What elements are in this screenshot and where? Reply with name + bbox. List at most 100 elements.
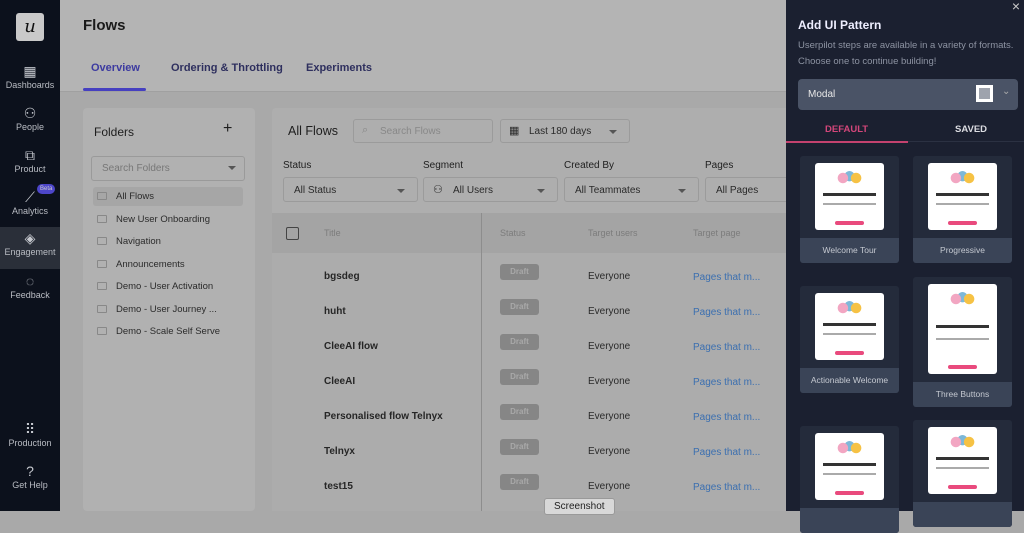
status-badge: Draft [500, 404, 539, 420]
sidebar-item-label: Dashboards [6, 80, 55, 90]
template-card-three-buttons[interactable]: Three Buttons [913, 277, 1012, 407]
filter-created-by-select[interactable]: All Teammates [564, 177, 699, 202]
sidebar-item-feedback[interactable]: ◌Feedback [0, 270, 60, 312]
close-icon[interactable]: × [1012, 0, 1020, 14]
folder-icon [97, 215, 107, 223]
template-card-progressive[interactable]: Progressive [913, 156, 1012, 263]
caret-down-icon [537, 189, 545, 193]
column-target-users[interactable]: Target users [588, 228, 638, 238]
pattern-type-select[interactable]: Modal ⌄ [798, 79, 1018, 110]
sidebar-item-people[interactable]: ⚇People [0, 102, 60, 144]
flow-title[interactable]: test15 [324, 481, 353, 492]
filter-label-segment: Segment [423, 160, 463, 171]
table-row[interactable]: CleeAIDraftEveryonePages that m... [272, 365, 786, 400]
sidebar-item-label: Production [8, 438, 51, 448]
target-page-link[interactable]: Pages that m... [693, 377, 760, 388]
template-label [913, 502, 1012, 527]
table-row[interactable]: bgsdegDraftEveryonePages that m... [272, 260, 786, 295]
target-page-link[interactable]: Pages that m... [693, 342, 760, 353]
folder-item[interactable]: Demo - Scale Self Serve [93, 322, 243, 341]
table-row[interactable]: CleeAI flowDraftEveryonePages that m... [272, 330, 786, 365]
template-card-more[interactable] [800, 426, 899, 533]
template-label: Three Buttons [913, 382, 1012, 407]
column-title[interactable]: Title [324, 228, 341, 238]
target-page-link[interactable]: Pages that m... [693, 272, 760, 283]
sidebar-item-analytics[interactable]: ⟋AnalyticsBeta [0, 186, 60, 228]
flow-title[interactable]: Telnyx [324, 446, 355, 457]
target-page-link[interactable]: Pages that m... [693, 307, 760, 318]
caret-down-icon [228, 166, 236, 170]
search-flows-placeholder: Search Flows [380, 126, 441, 137]
search-folders-input[interactable]: Search Folders [91, 156, 245, 181]
sidebar-item-dashboards[interactable]: ▦Dashboards [0, 60, 60, 102]
flow-title[interactable]: CleeAI flow [324, 341, 378, 352]
status-badge: Draft [500, 474, 539, 490]
sidebar-item-label: Product [14, 164, 45, 174]
target-users: Everyone [588, 481, 630, 492]
folder-label: Demo - Scale Self Serve [116, 326, 220, 337]
beta-badge: Beta [37, 184, 55, 194]
folder-label: All Flows [116, 191, 154, 202]
table-row[interactable]: huhtDraftEveryonePages that m... [272, 295, 786, 330]
folder-icon [97, 192, 107, 200]
select-all-checkbox[interactable] [286, 227, 299, 240]
sidebar-item-label: People [16, 122, 44, 132]
folder-label: Demo - User Activation [116, 281, 213, 292]
search-flows-input[interactable]: ⌕ Search Flows [353, 119, 493, 143]
template-card-actionable-welcome[interactable]: Actionable Welcome [800, 286, 899, 393]
sidebar-item-get-help[interactable]: ?Get Help [0, 460, 60, 502]
add-ui-pattern-panel: Add UI Pattern × Userpilot steps are ava… [786, 0, 1024, 511]
table-row[interactable]: Personalised flow TelnyxDraftEveryonePag… [272, 400, 786, 435]
tab-default[interactable]: DEFAULT [825, 124, 868, 135]
folder-item[interactable]: New User Onboarding [93, 210, 243, 229]
tab-overview[interactable]: Overview [91, 62, 140, 74]
flow-title[interactable]: bgsdeg [324, 271, 360, 282]
column-status[interactable]: Status [500, 228, 526, 238]
sidebar-item-label: Analytics [12, 206, 48, 216]
template-label: Welcome Tour [800, 238, 899, 263]
folder-item[interactable]: Demo - User Activation [93, 277, 243, 296]
folder-item[interactable]: Announcements [93, 255, 243, 274]
production-icon: ⠿ [0, 420, 60, 438]
filter-value: All Teammates [575, 185, 640, 196]
target-page-link[interactable]: Pages that m... [693, 482, 760, 493]
tab-ordering-throttling[interactable]: Ordering & Throttling [171, 62, 283, 74]
date-range-select[interactable]: ▦ Last 180 days [500, 119, 630, 143]
folders-panel: Folders + Search Folders All FlowsNew Us… [83, 108, 255, 511]
column-target-page[interactable]: Target page [693, 228, 741, 238]
people-icon: ⚇ [0, 104, 60, 122]
flow-title[interactable]: huht [324, 306, 346, 317]
all-flows-title: All Flows [288, 124, 338, 138]
search-folders-placeholder: Search Folders [102, 163, 170, 174]
sidebar-item-engagement[interactable]: ◈Engagement [0, 227, 60, 269]
target-page-link[interactable]: Pages that m... [693, 412, 760, 423]
filter-segment-select[interactable]: ⚇All Users [423, 177, 558, 202]
target-page-link[interactable]: Pages that m... [693, 447, 760, 458]
flow-title[interactable]: CleeAI [324, 376, 355, 387]
filter-status-select[interactable]: All Status [283, 177, 418, 202]
search-icon: ⌕ [362, 124, 368, 137]
flow-title[interactable]: Personalised flow Telnyx [324, 411, 443, 422]
sidebar-item-production[interactable]: ⠿Production [0, 418, 60, 460]
sidebar: u ▦Dashboards⚇People⧉Product⟋AnalyticsBe… [0, 0, 60, 511]
logo[interactable]: u [16, 13, 44, 41]
caret-down-icon [678, 189, 686, 193]
table-row[interactable]: TelnyxDraftEveryonePages that m... [272, 435, 786, 470]
caret-down-icon [609, 130, 617, 134]
add-folder-button[interactable]: + [223, 120, 232, 138]
target-users: Everyone [588, 446, 630, 457]
column-divider [481, 213, 482, 511]
tab-saved[interactable]: SAVED [955, 124, 987, 135]
target-users: Everyone [588, 271, 630, 282]
tab-experiments[interactable]: Experiments [306, 62, 372, 74]
table-row[interactable]: test15 Draft Everyone Pages that m... [272, 470, 786, 505]
sidebar-item-product[interactable]: ⧉Product [0, 144, 60, 186]
folder-item[interactable]: All Flows [93, 187, 243, 206]
folder-item[interactable]: Navigation [93, 232, 243, 251]
folder-item[interactable]: Demo - User Journey ... [93, 300, 243, 319]
sidebar-item-label: Feedback [10, 290, 50, 300]
template-card-welcome-tour[interactable]: Welcome Tour [800, 156, 899, 263]
template-label: Actionable Welcome [800, 368, 899, 393]
filter-label-pages: Pages [705, 160, 733, 171]
users-icon: ⚇ [433, 183, 443, 196]
